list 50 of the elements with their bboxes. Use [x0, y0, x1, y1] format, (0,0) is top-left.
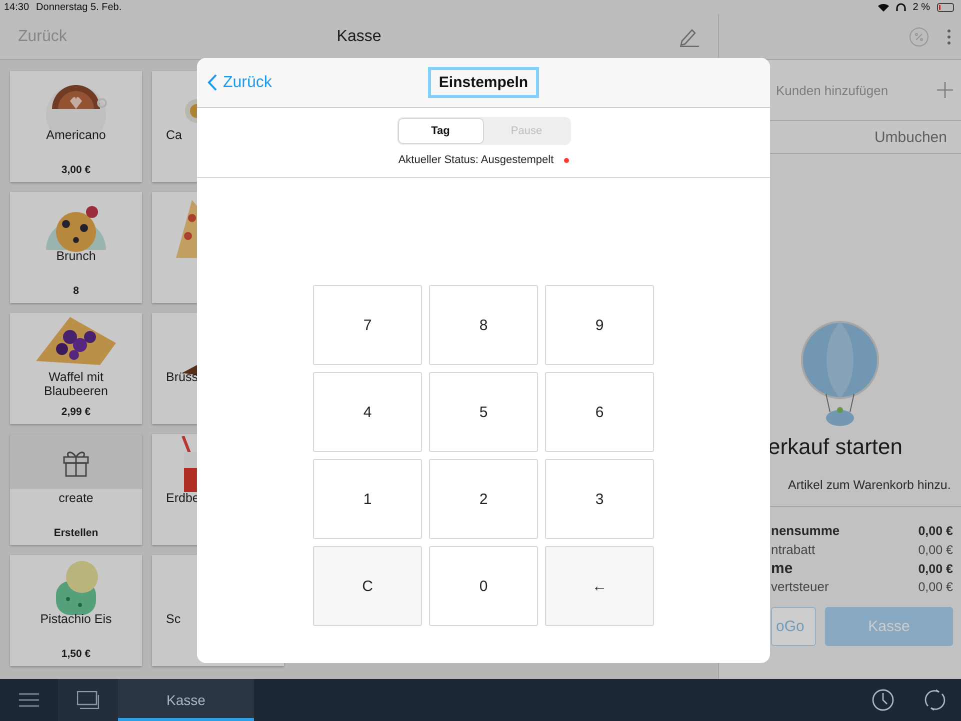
add-customer-label: Kunden hinzufügen	[776, 82, 888, 98]
total-label: vertsteuer	[771, 578, 829, 594]
product-name: Brunch	[56, 249, 96, 263]
keypad-key[interactable]: 0	[429, 546, 538, 626]
total-value: 0,00 €	[918, 580, 953, 594]
product-name: Brüss	[166, 370, 198, 384]
keypad-key[interactable]: 8	[429, 285, 538, 365]
product-price: Erstellen	[52, 527, 100, 539]
keypad-key[interactable]: 1	[313, 459, 422, 539]
product-name: Sc	[166, 612, 181, 626]
keypad-key[interactable]: 5	[429, 372, 538, 452]
product-price: 2,99 €	[60, 406, 92, 418]
product-name: Waffel mit Blaubeeren	[43, 370, 109, 398]
keypad-key[interactable]: 3	[545, 459, 654, 539]
segment-tab[interactable]: Tag	[398, 118, 484, 144]
keypad-key[interactable]: ←	[545, 546, 654, 626]
dialog-title: Einstempeln	[428, 67, 540, 98]
total-label: ntrabatt	[771, 542, 816, 556]
total-value: 0,00 €	[918, 562, 953, 576]
empty-cart-hint: Artikel zum Warenkorb hinzu.	[787, 478, 952, 492]
product-name: Pistachio Eis	[40, 612, 112, 626]
total-value: 0,00 €	[918, 524, 953, 538]
keypad-key[interactable]: 9	[545, 285, 654, 365]
status-date: Donnerstag 5. Feb.	[36, 2, 122, 12]
status-time: 14:30	[4, 2, 30, 12]
keypad-key[interactable]: 2	[429, 459, 538, 539]
battery-percent: 2 %	[912, 2, 930, 12]
empty-cart-title: erkauf starten	[768, 434, 904, 460]
product-price: 1,50 €	[60, 648, 92, 660]
bottom-tab[interactable]: Kasse	[118, 679, 254, 721]
product-tile[interactable]: Brunch 8	[10, 192, 142, 303]
keypad-key[interactable]: C	[313, 546, 422, 626]
product-name: Americano	[46, 128, 106, 142]
product-name: Ca	[166, 128, 182, 142]
product-tile[interactable]: Americano 3,00 €	[10, 71, 142, 182]
keypad-key[interactable]: 4	[313, 372, 422, 452]
product-tile[interactable]: Pistachio Eis 1,50 €	[10, 555, 142, 666]
total-label: me	[771, 560, 793, 577]
screen-title: Kasse	[336, 28, 382, 46]
product-price: 3,00 €	[60, 164, 92, 176]
product-name: create	[58, 491, 94, 505]
back-label: Zurück	[223, 74, 272, 92]
product-price: 8	[72, 285, 80, 297]
status-text: Aktueller Status: Ausgestempelt	[398, 154, 554, 166]
keypad-key[interactable]: 7	[313, 285, 422, 365]
keypad-key[interactable]: 6	[545, 372, 654, 452]
product-tile[interactable]: create Erstellen	[10, 434, 142, 545]
product-tile[interactable]: Waffel mit Blaubeeren 2,99 €	[10, 313, 142, 424]
total-label: nensumme	[771, 523, 840, 538]
total-value: 0,00 €	[918, 542, 953, 556]
